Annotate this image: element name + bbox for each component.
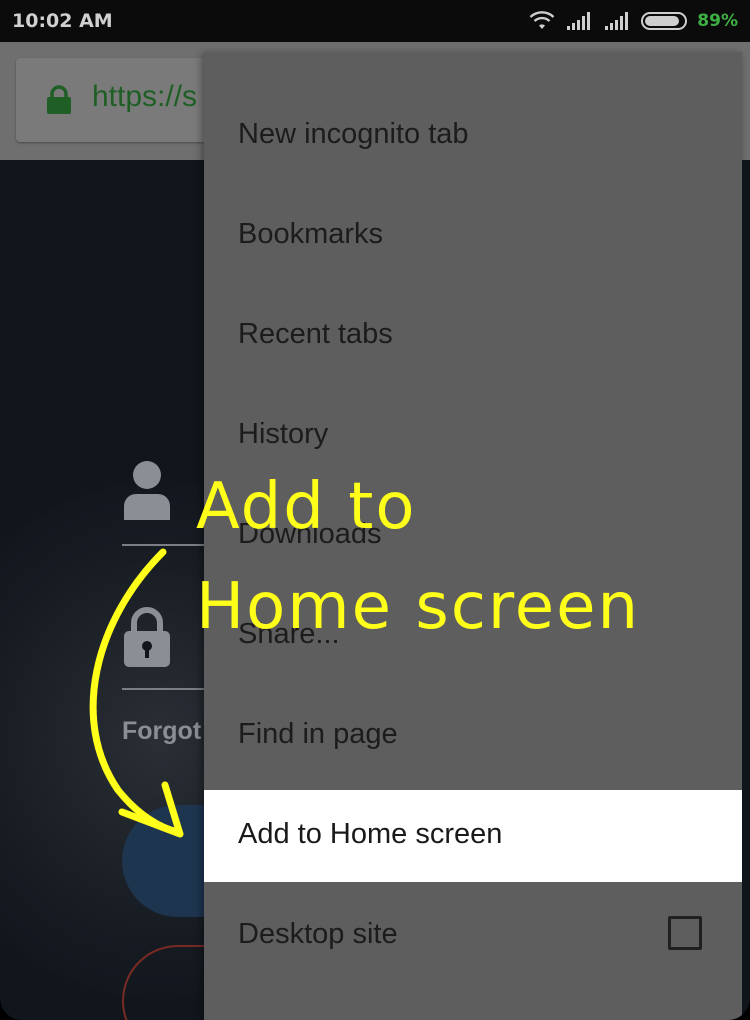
menu-item-label: Recent tabs bbox=[238, 318, 393, 350]
menu-item-add-to-home-screen[interactable]: Add to Home screen bbox=[204, 790, 742, 882]
menu-item-find-in-page[interactable]: Find in page bbox=[204, 690, 742, 782]
battery-percent: 89% bbox=[697, 11, 738, 31]
menu-item-share[interactable]: Share... bbox=[204, 590, 742, 682]
menu-item-recent-tabs[interactable]: Recent tabs bbox=[204, 290, 742, 382]
signal-icon bbox=[567, 12, 591, 30]
menu-item-label: Find in page bbox=[238, 718, 398, 750]
overflow-menu: New incognito tab Bookmarks Recent tabs … bbox=[204, 52, 742, 1020]
menu-item-bookmarks[interactable]: Bookmarks bbox=[204, 190, 742, 282]
lock-icon bbox=[47, 85, 71, 114]
desktop-site-checkbox[interactable] bbox=[668, 916, 702, 950]
lock-icon bbox=[124, 607, 170, 667]
menu-item-label: Add to Home screen bbox=[238, 818, 503, 850]
menu-item-downloads[interactable]: Downloads bbox=[204, 490, 742, 582]
menu-item-label: Bookmarks bbox=[238, 218, 384, 250]
username-field[interactable] bbox=[122, 544, 212, 546]
menu-item-label: Downloads bbox=[238, 518, 382, 550]
wifi-icon bbox=[529, 11, 555, 29]
menu-item-label: Share... bbox=[238, 618, 340, 650]
status-time: 10:02 AM bbox=[12, 10, 113, 32]
url-text: https://s bbox=[92, 80, 198, 113]
phone-screen: 10:02 AM 89% https://s Forgot New incogn… bbox=[0, 0, 750, 1020]
menu-item-desktop-site[interactable]: Desktop site bbox=[204, 890, 742, 982]
menu-item-label: Desktop site bbox=[238, 918, 398, 950]
battery-icon bbox=[641, 12, 688, 30]
user-icon bbox=[124, 461, 170, 520]
status-bar: 10:02 AM 89% bbox=[0, 0, 750, 42]
password-field[interactable] bbox=[122, 688, 212, 690]
forgot-password-link[interactable]: Forgot bbox=[122, 717, 201, 746]
battery-fill bbox=[645, 16, 680, 26]
menu-item-label: History bbox=[238, 418, 329, 450]
signal-icon bbox=[605, 12, 629, 30]
menu-item-new-incognito-tab[interactable]: New incognito tab bbox=[204, 90, 742, 182]
menu-item-label: New incognito tab bbox=[238, 118, 469, 150]
menu-item-history[interactable]: History bbox=[204, 390, 742, 482]
status-icons: 89% bbox=[529, 9, 738, 33]
